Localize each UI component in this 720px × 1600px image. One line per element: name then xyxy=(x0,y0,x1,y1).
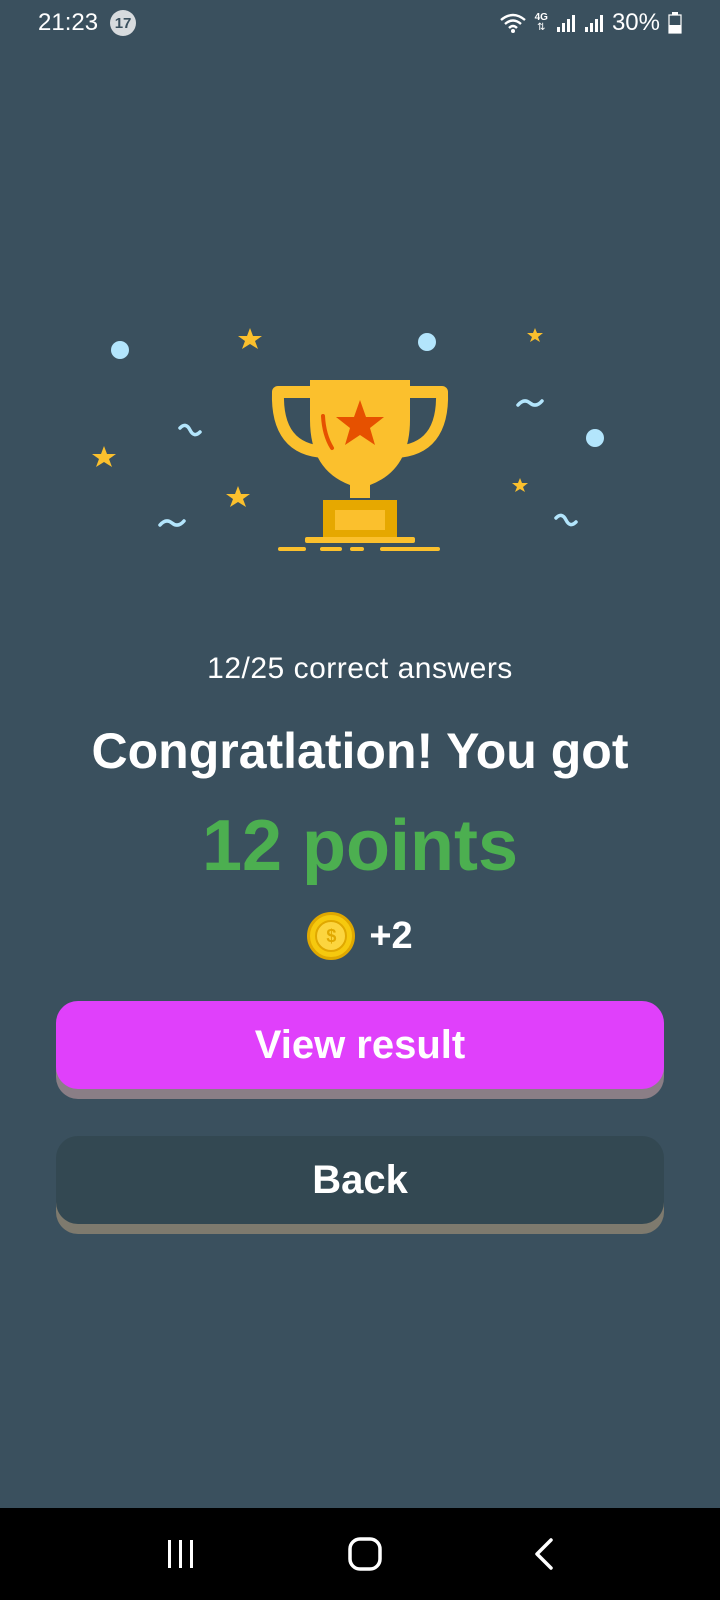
back-button[interactable]: Back xyxy=(56,1136,664,1224)
coin-reward-row: $ +2 xyxy=(0,912,720,960)
home-icon[interactable] xyxy=(347,1536,383,1572)
coin-icon: $ xyxy=(307,912,356,960)
battery-icon xyxy=(668,12,682,34)
status-bar: 21:23 17 4G ⇅ 30% xyxy=(0,0,720,46)
congratulation-heading: Congratlation! You got xyxy=(91,723,629,779)
back-icon[interactable] xyxy=(532,1537,556,1571)
points-earned: 12 points xyxy=(201,806,519,886)
wifi-icon xyxy=(499,12,527,34)
notification-count-badge: 17 xyxy=(110,10,137,36)
coin-reward-amount: +2 xyxy=(369,914,413,957)
system-navigation-bar xyxy=(0,1508,720,1600)
status-left: 21:23 17 xyxy=(38,9,137,37)
status-right: 4G ⇅ 30% xyxy=(499,9,682,37)
network-type-icon: 4G ⇅ xyxy=(534,12,548,33)
trophy-illustration xyxy=(80,320,640,570)
back-label: Back xyxy=(312,1157,408,1202)
coin-symbol: $ xyxy=(315,920,348,952)
correct-answers-summary: 12/25 correct answers xyxy=(207,652,513,685)
signal-icon-1 xyxy=(556,13,576,33)
battery-percentage: 30% xyxy=(611,9,660,36)
recents-icon[interactable] xyxy=(164,1538,198,1570)
view-result-label: View result xyxy=(254,1022,466,1067)
view-result-button[interactable]: View result xyxy=(56,1001,664,1089)
status-time: 21:23 xyxy=(38,9,99,36)
signal-icon-2 xyxy=(584,13,604,33)
trophy-icon xyxy=(92,328,604,551)
